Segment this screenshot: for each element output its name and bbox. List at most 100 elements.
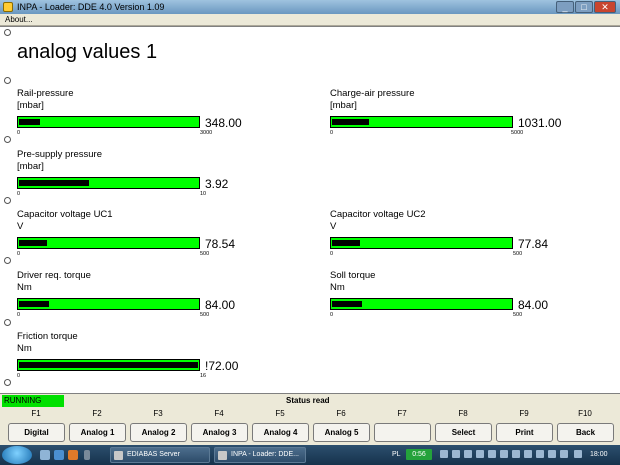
gauge-fill	[19, 119, 40, 125]
fkey-label-f1: F1	[31, 409, 41, 418]
analog-1-button[interactable]: Analog 1	[69, 423, 126, 442]
gauge-value: 84.00	[205, 298, 236, 312]
row-marker	[4, 197, 11, 204]
gauge-unit: V	[330, 221, 337, 232]
tray-counter[interactable]: 0:56	[406, 449, 432, 460]
gauge-fill	[19, 180, 89, 186]
tray-icon[interactable]	[440, 450, 448, 458]
row-marker	[4, 77, 11, 84]
gauge-label: Rail-pressure	[17, 88, 74, 99]
gauge-label: Soll torque	[330, 270, 376, 281]
gauge-max: 5000	[511, 130, 524, 136]
tray-icon[interactable]	[560, 450, 568, 458]
gauge-label: Pre-supply pressure	[17, 149, 103, 160]
analog-2-button[interactable]: Analog 2	[130, 423, 187, 442]
gauge-value: 84.00	[518, 298, 549, 312]
row-marker	[4, 257, 11, 264]
browser-icon[interactable]	[54, 450, 64, 460]
maximize-button[interactable]: □	[575, 1, 593, 13]
gauge-unit: Nm	[330, 282, 345, 293]
fkey-label-f2: F2	[92, 409, 102, 418]
gauge-max: 500	[200, 251, 210, 257]
gauge-fill	[19, 362, 198, 368]
gauge-bar	[330, 116, 513, 128]
gauge-min: 0	[17, 130, 21, 136]
analog-5-button[interactable]: Analog 5	[313, 423, 370, 442]
gauge-bar	[330, 237, 513, 249]
tray-icon[interactable]	[512, 450, 520, 458]
gauge-min: 0	[17, 312, 21, 318]
task-ediabas-server[interactable]: EDIABAS Server	[110, 447, 210, 463]
minimize-button[interactable]: _	[556, 1, 574, 13]
status-text: Status read	[286, 396, 330, 405]
print-button[interactable]: Print	[496, 423, 553, 442]
back-button[interactable]: Back	[557, 423, 614, 442]
tray-icon[interactable]	[488, 450, 496, 458]
row-marker	[4, 379, 11, 386]
close-button[interactable]: ✕	[594, 1, 616, 13]
gauge-min: 0	[17, 191, 21, 197]
gauge-fill	[332, 119, 369, 125]
gauge-value: 348.00	[205, 116, 242, 130]
function-key-bar: F1 F2 F3 F4 F5 F6 F7 F8 F9 F10 Digital A…	[0, 407, 620, 445]
show-desktop-icon[interactable]	[40, 450, 50, 460]
start-button[interactable]	[2, 446, 32, 464]
fkey-label-f5: F5	[275, 409, 285, 418]
gauge-bar	[17, 359, 200, 371]
fkey-label-f10: F10	[578, 409, 592, 418]
fkey-label-f9: F9	[519, 409, 529, 418]
page-title: analog values 1	[17, 41, 158, 63]
gauge-value: 77.84	[518, 237, 549, 251]
gauge-value: !72.00	[205, 359, 239, 373]
fkey-label-f3: F3	[153, 409, 163, 418]
gauge-bar	[17, 237, 200, 249]
fkey-label-f7: F7	[397, 409, 407, 418]
row-marker	[4, 319, 11, 326]
tray-icon[interactable]	[464, 450, 472, 458]
tray-icon[interactable]	[452, 450, 460, 458]
volume-icon[interactable]	[574, 450, 582, 458]
analog-3-button[interactable]: Analog 3	[191, 423, 248, 442]
gauge-label: Friction torque	[17, 331, 78, 342]
gauge-label: Capacitor voltage UC2	[330, 209, 426, 220]
gauge-unit: Nm	[17, 282, 32, 293]
gauge-min: 0	[330, 312, 334, 318]
select-button[interactable]: Select	[435, 423, 492, 442]
gauge-bar	[17, 177, 200, 189]
gauge-label: Capacitor voltage UC1	[17, 209, 113, 220]
gauge-bar	[330, 298, 513, 310]
chevron-icon[interactable]	[84, 450, 90, 460]
task-inpa-loader[interactable]: INPA - Loader: DDE...	[214, 447, 306, 463]
tray-icon[interactable]	[476, 450, 484, 458]
window-icon	[218, 451, 227, 460]
gauge-label: Charge-air pressure	[330, 88, 415, 99]
gauge-unit: [mbar]	[330, 100, 357, 111]
fkey-label-f6: F6	[336, 409, 346, 418]
gauge-fill	[19, 240, 47, 246]
gauge-max: 3000	[200, 130, 213, 136]
tray-icon[interactable]	[548, 450, 556, 458]
analog-4-button[interactable]: Analog 4	[252, 423, 309, 442]
task-label: INPA - Loader: DDE...	[231, 451, 299, 458]
digital-button[interactable]: Digital	[8, 423, 65, 442]
gauge-max: 500	[200, 312, 210, 318]
taskbar: EDIABAS Server INPA - Loader: DDE... PL …	[0, 445, 620, 465]
window-title: INPA - Loader: DDE 4.0 Version 1.09	[17, 2, 165, 12]
language-indicator[interactable]: PL	[392, 451, 401, 458]
firefox-icon[interactable]	[68, 450, 78, 460]
menu-about[interactable]: About...	[5, 14, 33, 26]
gauge-min: 0	[17, 251, 21, 257]
gauge-min: 0	[330, 251, 334, 257]
app-icon	[3, 2, 13, 12]
row-marker	[4, 136, 11, 143]
tray-icon[interactable]	[524, 450, 532, 458]
window-icon	[114, 451, 123, 460]
gauge-fill	[19, 301, 49, 307]
f7-button[interactable]	[374, 423, 431, 442]
main-panel: analog values 1 Rail-pressure [mbar] 0 3…	[0, 26, 620, 393]
tray-icon[interactable]	[500, 450, 508, 458]
gauge-value: 78.54	[205, 237, 236, 251]
tray-icon[interactable]	[536, 450, 544, 458]
menu-bar: About...	[0, 14, 620, 26]
gauge-unit: Nm	[17, 343, 32, 354]
